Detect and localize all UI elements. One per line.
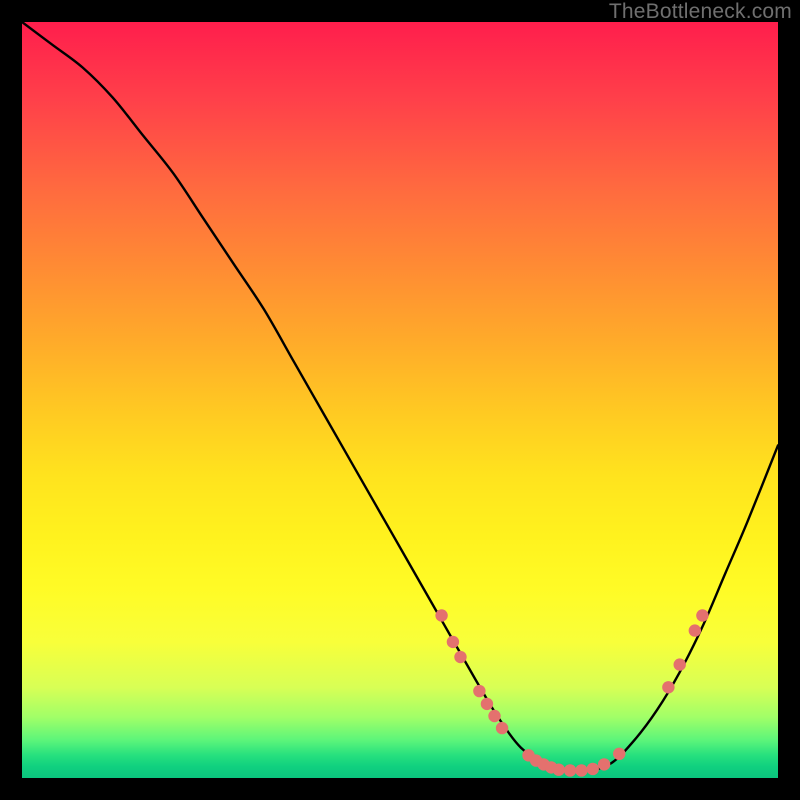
- data-marker: [598, 758, 610, 770]
- data-marker: [587, 763, 599, 775]
- data-marker: [613, 748, 625, 760]
- data-marker: [488, 710, 500, 722]
- data-marker: [496, 722, 508, 734]
- data-marker: [575, 764, 587, 776]
- data-marker: [674, 658, 686, 670]
- data-marker: [553, 763, 565, 775]
- plot-area: [22, 22, 778, 778]
- watermark-text: TheBottleneck.com: [609, 0, 792, 24]
- data-marker: [435, 609, 447, 621]
- data-marker: [689, 624, 701, 636]
- data-marker: [564, 764, 576, 776]
- data-markers: [435, 609, 708, 776]
- bottleneck-curve: [22, 22, 778, 771]
- data-marker: [481, 698, 493, 710]
- data-marker: [454, 651, 466, 663]
- data-marker: [662, 681, 674, 693]
- chart-container: TheBottleneck.com: [0, 0, 800, 800]
- data-marker: [447, 636, 459, 648]
- data-marker: [696, 609, 708, 621]
- data-marker: [473, 685, 485, 697]
- chart-svg: [22, 22, 778, 778]
